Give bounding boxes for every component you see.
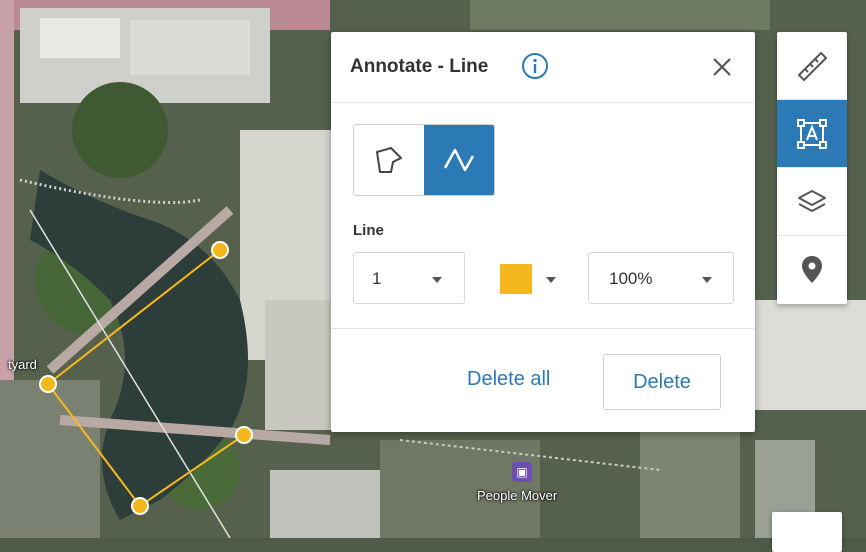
opacity-value: 100% [609,269,653,288]
map-label-people-mover: People Mover [477,488,558,503]
annotate-tool-button[interactable] [777,100,847,168]
layers-icon [798,189,826,212]
annotation-vertex[interactable] [39,375,57,393]
transit-icon: ▣ [512,462,532,482]
line-section-label: Line [353,222,384,239]
polygon-icon [376,147,402,173]
line-width-value: 1 [372,269,382,288]
text-annotate-icon [797,118,827,149]
line-mode-button[interactable] [424,125,494,195]
divider [331,328,755,329]
opacity-select[interactable]: 100% [588,252,734,304]
annotation-vertex[interactable] [211,241,229,259]
chevron-down-icon [432,277,442,283]
delete-button[interactable]: Delete [603,354,721,410]
annotation-vertex[interactable] [235,426,253,444]
measure-tool-button[interactable] [777,32,847,100]
dialog-title: Annotate - Line [350,56,489,77]
chevron-down-icon [702,277,712,283]
line-icon [443,148,475,172]
ruler-icon [798,51,827,81]
chevron-down-icon [546,277,556,283]
annotation-vertex[interactable] [131,497,149,515]
color-swatch [500,264,532,294]
map-control-button[interactable] [772,512,842,552]
place-tool-button[interactable] [777,236,847,304]
polygon-mode-button[interactable] [354,125,424,195]
delete-all-button[interactable]: Delete all [467,368,550,391]
location-pin-icon [802,256,822,283]
draw-mode-toggle [353,124,495,196]
map-toolbar [777,32,847,304]
line-width-select[interactable]: 1 [353,252,465,304]
close-icon[interactable] [707,52,737,82]
info-icon[interactable] [521,52,549,80]
layers-tool-button[interactable] [777,168,847,236]
map-label-courtyard: tyard [8,357,37,372]
dialog-header: Annotate - Line [331,32,755,103]
annotate-dialog: Annotate - Line Line 1 100% Delete all D… [331,32,755,432]
line-color-select[interactable] [487,252,567,304]
